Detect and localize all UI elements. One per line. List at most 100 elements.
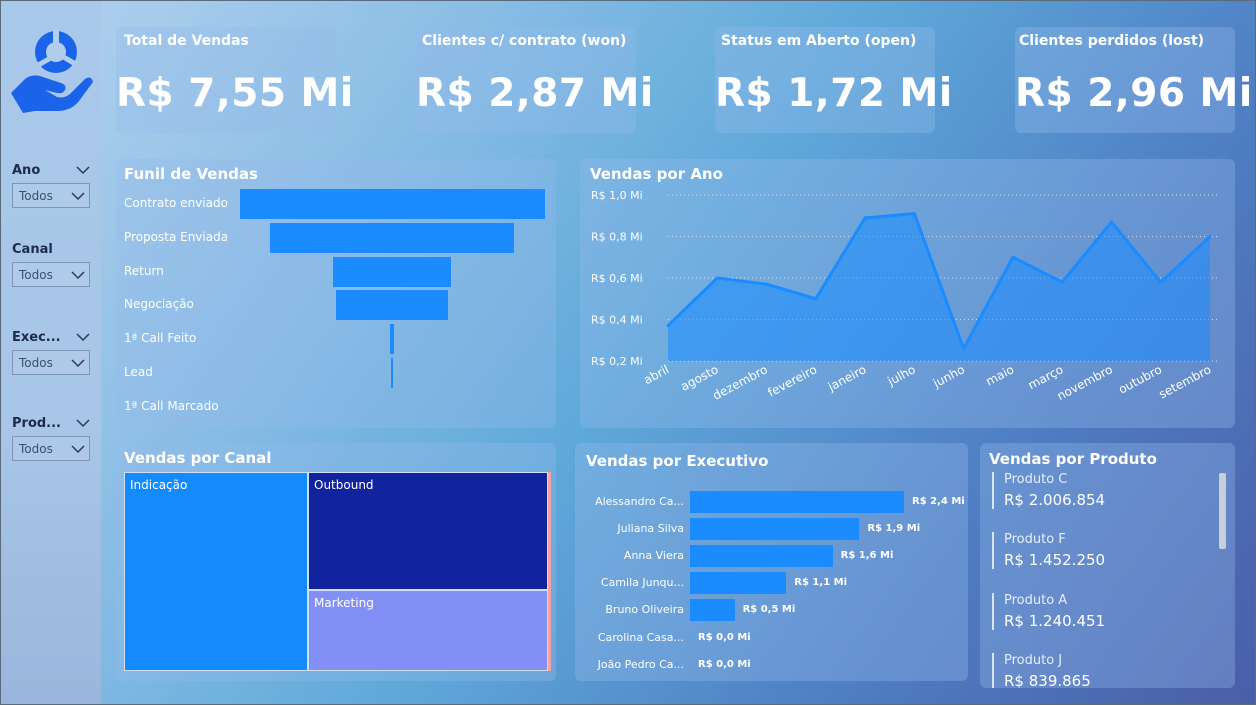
sales-by-executive-panel: Vendas por Executivo Alessandro Ca... R$ …	[575, 443, 968, 681]
executive-filter: Exec... Todos	[12, 328, 90, 375]
x-tick-label: fevereiro	[765, 362, 819, 399]
treemap-label: Indicação	[130, 478, 188, 492]
sales-hand-logo-icon	[11, 29, 93, 113]
executive-bar[interactable]	[690, 491, 904, 513]
x-tick-label: abril	[641, 362, 671, 387]
treemap-tile-outbound[interactable]: Outbound	[308, 472, 548, 590]
data-point[interactable]	[765, 282, 769, 286]
kpi-value: R$ 7,55 Mi	[116, 71, 354, 116]
executive-bar[interactable]	[690, 545, 833, 568]
sales-by-year-panel: Vendas por Ano R$ 0,2 Mi R$ 0,4 Mi R$ 0,6 …	[580, 159, 1235, 428]
executive-value-label: R$ 0,0 Mi	[698, 631, 751, 643]
executive-filter-value: Todos	[19, 355, 53, 370]
executive-value-label: R$ 0,0 Mi	[698, 658, 751, 670]
data-point[interactable]	[1060, 280, 1064, 284]
year-filter-dropdown[interactable]: Todos	[12, 183, 90, 208]
executive-value-label: R$ 2,4 Mi	[912, 496, 965, 507]
executive-value-label: R$ 1,6 Mi	[840, 550, 894, 562]
funnel-panel: Funil de Vendas Contrato enviado Proposta…	[116, 159, 556, 428]
sales-by-year-chart: R$ 0,2 Mi R$ 0,4 Mi R$ 0,6 Mi R$ 0,8 Mi R$ 1…	[591, 189, 1218, 403]
product-list-item[interactable]: Produto A R$ 1.240.451	[992, 593, 1212, 630]
product-name: Produto J	[1004, 653, 1063, 668]
executive-name: Bruno Oliveira	[605, 603, 684, 617]
funnel-stage-label: Lead	[124, 365, 153, 379]
data-point[interactable]	[666, 324, 670, 328]
funnel-bar[interactable]	[391, 358, 393, 388]
x-tick-label: janeiro	[825, 362, 869, 394]
executive-bar[interactable]	[690, 518, 860, 541]
chevron-down-icon	[71, 444, 85, 453]
data-point[interactable]	[1011, 255, 1015, 259]
treemap-label: Outbound	[314, 478, 374, 492]
scrollbar[interactable]	[1219, 473, 1226, 549]
kpi-card-open: Status em Aberto (open) R$ 1,72 Mi	[715, 27, 953, 133]
funnel-bar[interactable]	[239, 189, 545, 219]
funnel-bar[interactable]	[335, 290, 449, 321]
kpi-value: R$ 1,72 Mi	[715, 71, 953, 116]
executive-bar[interactable]	[690, 572, 787, 595]
chevron-down-icon[interactable]	[76, 418, 90, 428]
product-filter-value: Todos	[19, 441, 53, 456]
data-point[interactable]	[1208, 235, 1212, 238]
product-filter-dropdown[interactable]: Todos	[12, 436, 90, 461]
kpi-value: R$ 2,87 Mi	[416, 71, 654, 116]
kpi-card-won: Clientes c/ contrato (won) R$ 2,87 Mi	[416, 27, 654, 133]
product-value: R$ 1.452.250	[1004, 551, 1106, 569]
executive-name: Carolina Casa...	[597, 630, 684, 644]
x-tick-label: maio	[984, 362, 1017, 388]
treemap-tile-indicacao[interactable]: Indicação	[124, 472, 308, 671]
y-tick-label: R$ 1,0 Mi	[591, 189, 643, 202]
sales-by-channel-panel: Vendas por Canal Indicação Outbound Mark…	[116, 443, 556, 681]
x-tick-label: junho	[930, 362, 967, 391]
data-point[interactable]	[1109, 220, 1113, 224]
funnel-stage-label: Proposta Enviada	[124, 229, 229, 244]
kpi-title: Status em Aberto (open)	[721, 33, 917, 49]
executive-filter-dropdown[interactable]: Todos	[12, 350, 90, 375]
funnel-stage-label: 1ª Call Feito	[124, 331, 197, 346]
product-list-item[interactable]: Produto J R$ 839.865	[992, 653, 1212, 688]
data-point[interactable]	[863, 216, 867, 220]
data-point[interactable]	[814, 297, 818, 301]
data-point[interactable]	[1159, 280, 1163, 284]
treemap-tile-marketing[interactable]: Marketing	[308, 590, 548, 671]
funnel-stage-label: 1ª Call Marcado	[124, 398, 219, 413]
channel-filter-dropdown[interactable]: Todos	[12, 262, 90, 287]
filter-sidebar: Ano Todos Canal Todos Exec... Todos Prod…	[1, 1, 101, 704]
y-tick-label: R$ 0,2 Mi	[591, 355, 643, 368]
executive-value-label: R$ 0,5 Mi	[742, 604, 796, 616]
panel-title: Vendas por Produto	[989, 450, 1157, 468]
kpi-value: R$ 2,96 Mi	[1015, 71, 1253, 116]
channel-filter-value: Todos	[19, 267, 53, 282]
executive-value-label: R$ 1,1 Mi	[794, 577, 848, 589]
panel-title: Vendas por Executivo	[586, 452, 769, 470]
product-filter: Prod... Todos	[12, 414, 90, 461]
chevron-down-icon[interactable]	[76, 332, 90, 342]
product-name: Produto C	[1004, 472, 1068, 487]
funnel-bar[interactable]	[270, 222, 514, 253]
product-list-item[interactable]: Produto F R$ 1.452.250	[992, 532, 1212, 569]
treemap-label: Marketing	[314, 596, 374, 610]
x-tick-label: novembro	[1055, 362, 1115, 403]
executive-name: Camila Junqu...	[600, 576, 684, 590]
chevron-down-icon[interactable]	[76, 165, 90, 175]
executive-bar[interactable]	[690, 599, 735, 622]
y-tick-label: R$ 0,8 Mi	[591, 231, 643, 244]
kpi-card-total-sales: Total de Vendas R$ 7,55 Mi	[116, 27, 354, 133]
x-tick-label: setembro	[1156, 362, 1213, 401]
executive-name: Anna Viera	[623, 549, 684, 563]
data-point[interactable]	[715, 276, 719, 280]
funnel-stage-label: Return	[124, 263, 164, 278]
product-list-item[interactable]: Produto C R$ 2.006.854	[992, 472, 1212, 509]
data-point[interactable]	[912, 212, 916, 216]
channel-filter-title: Canal	[12, 241, 53, 257]
data-point[interactable]	[962, 347, 966, 351]
year-filter: Ano Todos	[12, 161, 90, 208]
kpi-card-lost: Clientes perdidos (lost) R$ 2,96 Mi	[1015, 27, 1253, 133]
product-value: R$ 2.006.854	[1004, 491, 1106, 509]
panel-title: Vendas por Canal	[124, 449, 272, 467]
product-name: Produto F	[1004, 532, 1066, 547]
funnel-stage-label: Contrato enviado	[124, 196, 228, 210]
funnel-bar[interactable]	[390, 324, 394, 355]
treemap-tile-other[interactable]	[548, 472, 551, 671]
funnel-bar[interactable]	[332, 256, 452, 287]
